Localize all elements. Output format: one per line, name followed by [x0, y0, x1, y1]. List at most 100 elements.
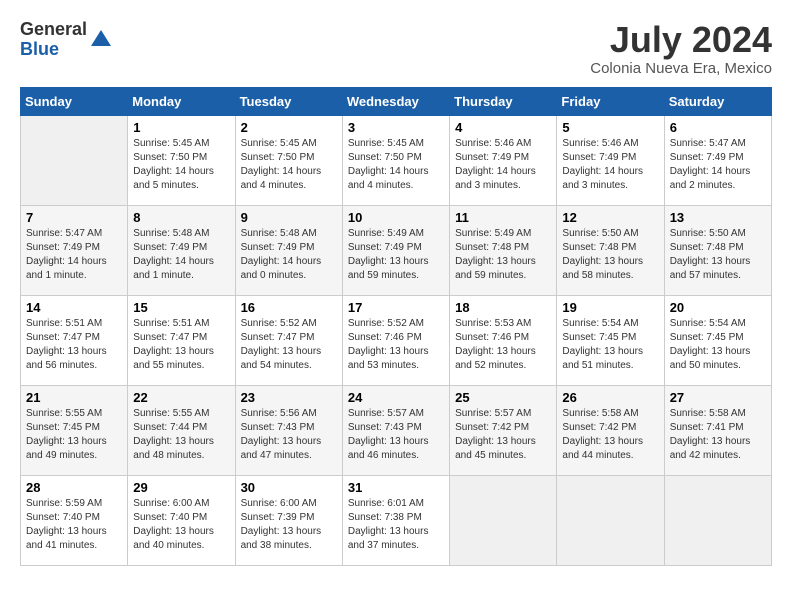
calendar-cell: 16 Sunrise: 5:52 AM Sunset: 7:47 PM Dayli…: [235, 295, 342, 385]
header-cell-friday: Friday: [557, 87, 664, 115]
calendar-cell: 17Sunrise: 5:52 AM Sunset: 7:46 PM Dayli…: [342, 295, 449, 385]
day-info: Sunrise: 5:55 AM Sunset: 7:44 PM Dayligh…: [133, 407, 229, 463]
header-cell-sunday: Sunday: [21, 87, 128, 115]
day-number: 23: [241, 390, 337, 405]
calendar-cell: 30 Sunrise: 6:00 AM Sunset: 7:39 PM Dayli…: [235, 475, 342, 565]
day-info: Sunrise: 5:45 AM Sunset: 7:50 PM Dayligh…: [241, 137, 337, 193]
calendar-cell: 13 Sunrise: 5:50 AM Sunset: 7:48 PM Dayli…: [664, 205, 771, 295]
calendar-cell: 20 Sunrise: 5:54 AM Sunset: 7:45 PM Dayli…: [664, 295, 771, 385]
calendar-cell: 29Sunrise: 6:00 AM Sunset: 7:40 PM Dayli…: [128, 475, 235, 565]
calendar-cell: 15Sunrise: 5:51 AM Sunset: 7:47 PM Dayli…: [128, 295, 235, 385]
calendar-cell: 25 Sunrise: 5:57 AM Sunset: 7:42 PM Dayli…: [450, 385, 557, 475]
day-info: Sunrise: 5:57 AM Sunset: 7:42 PM Dayligh…: [455, 407, 551, 463]
calendar-week-2: 7Sunrise: 5:47 AM Sunset: 7:49 PM Daylig…: [21, 205, 772, 295]
calendar-body: 1 Sunrise: 5:45 AM Sunset: 7:50 PM Daylig…: [21, 115, 772, 565]
day-number: 21: [26, 390, 122, 405]
day-number: 19: [562, 300, 658, 315]
calendar-cell: [21, 115, 128, 205]
calendar-cell: 9Sunrise: 5:48 AM Sunset: 7:49 PM Daylig…: [235, 205, 342, 295]
day-info: Sunrise: 5:56 AM Sunset: 7:43 PM Dayligh…: [241, 407, 337, 463]
calendar-cell: 10 Sunrise: 5:49 AM Sunset: 7:49 PM Dayli…: [342, 205, 449, 295]
day-info: Sunrise: 6:00 AM Sunset: 7:40 PM Dayligh…: [133, 497, 229, 553]
day-number: 5: [562, 120, 658, 135]
logo-blue: Blue: [20, 40, 87, 60]
day-number: 2: [241, 120, 337, 135]
calendar-cell: 28 Sunrise: 5:59 AM Sunset: 7:40 PM Dayli…: [21, 475, 128, 565]
day-info: Sunrise: 5:45 AM Sunset: 7:50 PM Dayligh…: [133, 137, 229, 193]
day-number: 31: [348, 480, 444, 495]
day-number: 25: [455, 390, 551, 405]
logo: General Blue: [20, 20, 113, 60]
header-cell-monday: Monday: [128, 87, 235, 115]
day-number: 24: [348, 390, 444, 405]
calendar-cell: [664, 475, 771, 565]
location-title: Colonia Nueva Era, Mexico: [590, 60, 772, 77]
day-info: Sunrise: 5:54 AM Sunset: 7:45 PM Dayligh…: [562, 317, 658, 373]
month-title: July 2024: [590, 20, 772, 60]
calendar-cell: [557, 475, 664, 565]
header-cell-thursday: Thursday: [450, 87, 557, 115]
day-info: Sunrise: 5:52 AM Sunset: 7:47 PM Dayligh…: [241, 317, 337, 373]
calendar-cell: 23 Sunrise: 5:56 AM Sunset: 7:43 PM Dayli…: [235, 385, 342, 475]
day-number: 14: [26, 300, 122, 315]
day-number: 9: [241, 210, 337, 225]
day-info: Sunrise: 5:47 AM Sunset: 7:49 PM Dayligh…: [670, 137, 766, 193]
calendar-cell: 4 Sunrise: 5:46 AM Sunset: 7:49 PM Daylig…: [450, 115, 557, 205]
page-header: General Blue July 2024 Colonia Nueva Era…: [20, 20, 772, 77]
day-number: 16: [241, 300, 337, 315]
logo-general: General: [20, 20, 87, 40]
header-cell-saturday: Saturday: [664, 87, 771, 115]
day-info: Sunrise: 5:51 AM Sunset: 7:47 PM Dayligh…: [133, 317, 229, 373]
calendar-cell: 12 Sunrise: 5:50 AM Sunset: 7:48 PM Dayli…: [557, 205, 664, 295]
day-info: Sunrise: 5:46 AM Sunset: 7:49 PM Dayligh…: [455, 137, 551, 193]
day-info: Sunrise: 5:46 AM Sunset: 7:49 PM Dayligh…: [562, 137, 658, 193]
day-info: Sunrise: 5:58 AM Sunset: 7:42 PM Dayligh…: [562, 407, 658, 463]
day-info: Sunrise: 5:55 AM Sunset: 7:45 PM Dayligh…: [26, 407, 122, 463]
day-number: 1: [133, 120, 229, 135]
day-info: Sunrise: 5:48 AM Sunset: 7:49 PM Dayligh…: [133, 227, 229, 283]
day-number: 30: [241, 480, 337, 495]
day-number: 4: [455, 120, 551, 135]
calendar-week-3: 14 Sunrise: 5:51 AM Sunset: 7:47 PM Dayli…: [21, 295, 772, 385]
day-number: 12: [562, 210, 658, 225]
day-info: Sunrise: 5:49 AM Sunset: 7:49 PM Dayligh…: [348, 227, 444, 283]
calendar-cell: 18Sunrise: 5:53 AM Sunset: 7:46 PM Dayli…: [450, 295, 557, 385]
calendar-cell: 8 Sunrise: 5:48 AM Sunset: 7:49 PM Daylig…: [128, 205, 235, 295]
calendar-cell: 3 Sunrise: 5:45 AM Sunset: 7:50 PM Daylig…: [342, 115, 449, 205]
day-info: Sunrise: 6:00 AM Sunset: 7:39 PM Dayligh…: [241, 497, 337, 553]
calendar-cell: 19 Sunrise: 5:54 AM Sunset: 7:45 PM Dayli…: [557, 295, 664, 385]
header-row: SundayMondayTuesdayWednesdayThursdayFrid…: [21, 87, 772, 115]
calendar-cell: 27 Sunrise: 5:58 AM Sunset: 7:41 PM Dayli…: [664, 385, 771, 475]
calendar-cell: 22 Sunrise: 5:55 AM Sunset: 7:44 PM Dayli…: [128, 385, 235, 475]
day-number: 6: [670, 120, 766, 135]
day-info: Sunrise: 5:53 AM Sunset: 7:46 PM Dayligh…: [455, 317, 551, 373]
calendar-cell: 14 Sunrise: 5:51 AM Sunset: 7:47 PM Dayli…: [21, 295, 128, 385]
day-info: Sunrise: 5:57 AM Sunset: 7:43 PM Dayligh…: [348, 407, 444, 463]
title-block: July 2024 Colonia Nueva Era, Mexico: [590, 20, 772, 77]
calendar-cell: 11Sunrise: 5:49 AM Sunset: 7:48 PM Dayli…: [450, 205, 557, 295]
calendar-cell: 5 Sunrise: 5:46 AM Sunset: 7:49 PM Daylig…: [557, 115, 664, 205]
day-number: 8: [133, 210, 229, 225]
day-info: Sunrise: 5:51 AM Sunset: 7:47 PM Dayligh…: [26, 317, 122, 373]
calendar-table: SundayMondayTuesdayWednesdayThursdayFrid…: [20, 87, 772, 566]
day-number: 17: [348, 300, 444, 315]
day-info: Sunrise: 5:45 AM Sunset: 7:50 PM Dayligh…: [348, 137, 444, 193]
logo-icon: [89, 28, 113, 52]
calendar-header: SundayMondayTuesdayWednesdayThursdayFrid…: [21, 87, 772, 115]
day-number: 10: [348, 210, 444, 225]
day-info: Sunrise: 5:59 AM Sunset: 7:40 PM Dayligh…: [26, 497, 122, 553]
day-number: 3: [348, 120, 444, 135]
day-info: Sunrise: 5:50 AM Sunset: 7:48 PM Dayligh…: [562, 227, 658, 283]
header-cell-tuesday: Tuesday: [235, 87, 342, 115]
day-info: Sunrise: 5:54 AM Sunset: 7:45 PM Dayligh…: [670, 317, 766, 373]
calendar-cell: 24 Sunrise: 5:57 AM Sunset: 7:43 PM Dayli…: [342, 385, 449, 475]
day-number: 27: [670, 390, 766, 405]
day-info: Sunrise: 5:58 AM Sunset: 7:41 PM Dayligh…: [670, 407, 766, 463]
day-number: 20: [670, 300, 766, 315]
day-info: Sunrise: 5:50 AM Sunset: 7:48 PM Dayligh…: [670, 227, 766, 283]
day-number: 22: [133, 390, 229, 405]
calendar-cell: 2 Sunrise: 5:45 AM Sunset: 7:50 PM Daylig…: [235, 115, 342, 205]
calendar-cell: 6 Sunrise: 5:47 AM Sunset: 7:49 PM Daylig…: [664, 115, 771, 205]
day-number: 28: [26, 480, 122, 495]
day-number: 13: [670, 210, 766, 225]
